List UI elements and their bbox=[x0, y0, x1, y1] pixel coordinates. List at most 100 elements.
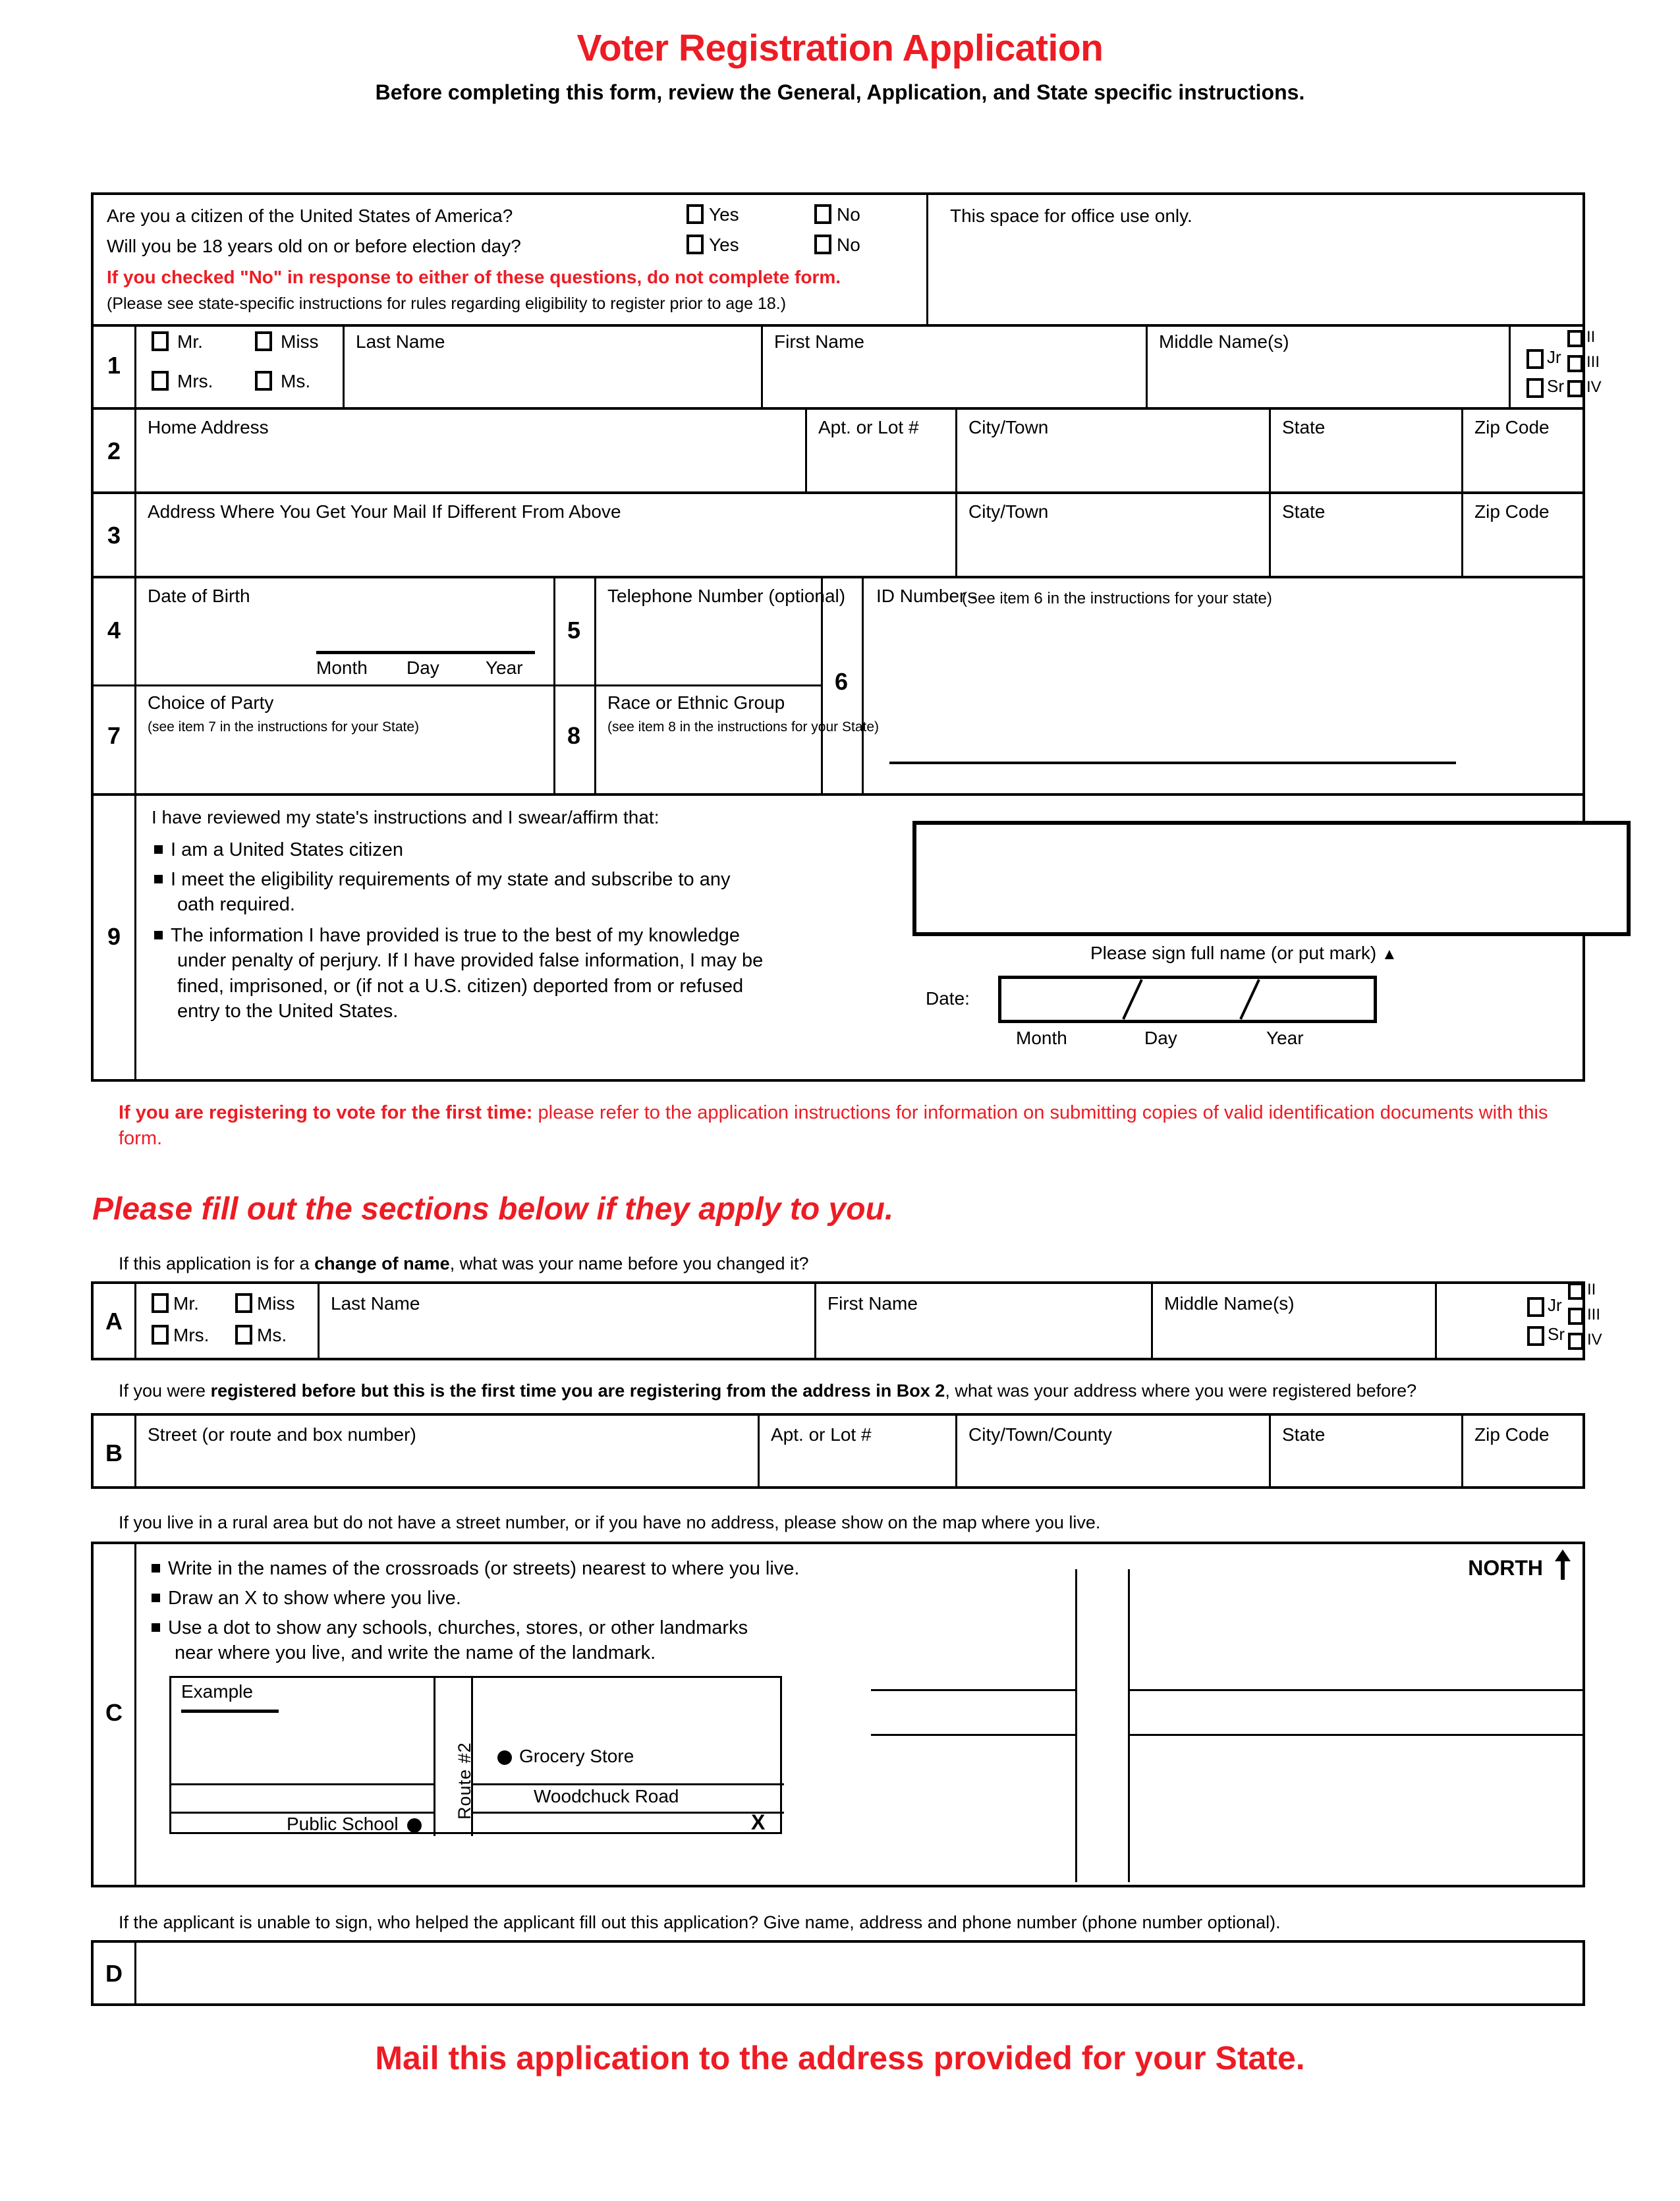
row-number-8: 8 bbox=[567, 722, 581, 749]
last-name-label: Last Name bbox=[356, 331, 445, 352]
divider-row2-city bbox=[955, 410, 957, 491]
section-c-caption: If you live in a rural area but do not h… bbox=[119, 1513, 1101, 1532]
section-b-box: B Street (or route and box number) Apt. … bbox=[91, 1413, 1585, 1489]
age-question: Will you be 18 years old on or before el… bbox=[107, 236, 521, 256]
a-suffix-jr-checkbox[interactable] bbox=[1527, 1297, 1544, 1317]
c-bullet-1: Write in the names of the crossroads (or… bbox=[152, 1556, 810, 1581]
age-yes-checkbox[interactable] bbox=[686, 235, 704, 254]
row-number-5: 5 bbox=[567, 617, 581, 644]
suffix-jr-checkbox[interactable] bbox=[1526, 349, 1544, 369]
divider-b-state bbox=[1269, 1416, 1271, 1486]
b-city-label: City/Town/County bbox=[968, 1424, 1112, 1445]
signature-box[interactable] bbox=[912, 821, 1631, 936]
signature-caption-text: Please sign full name (or put mark) bbox=[1090, 943, 1377, 963]
a-title-mr-label: Mr. bbox=[173, 1293, 199, 1314]
signature-day-label: Day bbox=[1144, 1028, 1177, 1048]
blank-map-horizontal-road-bottom-right bbox=[1130, 1734, 1582, 1736]
id-number-rule bbox=[889, 762, 1456, 764]
grocery-store-label: Grocery Store bbox=[519, 1746, 634, 1766]
section-d-box[interactable]: D bbox=[91, 1940, 1585, 2006]
title-mrs-checkbox[interactable] bbox=[152, 371, 169, 391]
a-title-ms-checkbox[interactable] bbox=[235, 1325, 252, 1345]
section-d-letter: D bbox=[105, 1960, 123, 1987]
mail-state-label: State bbox=[1282, 501, 1326, 522]
north-arrow-icon bbox=[1555, 1549, 1571, 1580]
home-zip-label: Zip Code bbox=[1474, 417, 1550, 437]
divider-row3-state bbox=[1269, 494, 1271, 576]
home-city-label: City/Town bbox=[968, 417, 1049, 437]
suffix-iii-checkbox[interactable] bbox=[1567, 355, 1583, 372]
mail-instruction-footer: Mail this application to the address pro… bbox=[375, 2040, 1305, 2076]
row-number-7: 7 bbox=[107, 722, 121, 749]
divider-a-firstname bbox=[814, 1284, 816, 1358]
bullet-square-icon bbox=[152, 1623, 160, 1632]
title-ms-checkbox[interactable] bbox=[255, 371, 272, 391]
a-suffix-ii-checkbox[interactable] bbox=[1568, 1283, 1584, 1300]
divider-row3-num bbox=[134, 494, 136, 576]
suffix-iv-checkbox[interactable] bbox=[1567, 380, 1583, 397]
citizen-no-checkbox[interactable] bbox=[814, 204, 831, 224]
title-miss-checkbox[interactable] bbox=[255, 331, 272, 351]
example-road-top-edge-left bbox=[171, 1783, 434, 1785]
signature-year-label: Year bbox=[1266, 1028, 1304, 1048]
a-title-miss-checkbox[interactable] bbox=[235, 1293, 252, 1313]
suffix-sr-checkbox[interactable] bbox=[1526, 378, 1544, 398]
divider-row4-num bbox=[134, 578, 136, 793]
age-no-checkbox[interactable] bbox=[814, 235, 831, 254]
citizen-no-label: No bbox=[837, 204, 860, 225]
section-b-caption: If you were registered before but this i… bbox=[119, 1380, 1416, 1403]
a-suffix-sr-label: Sr bbox=[1548, 1324, 1565, 1344]
blank-map-vertical-road-right bbox=[1128, 1569, 1130, 1882]
divider-row9-num bbox=[134, 796, 136, 1079]
a-middle-name-label: Middle Name(s) bbox=[1164, 1293, 1295, 1314]
row-number-2: 2 bbox=[107, 437, 121, 464]
section-b-caption-pre: If you were bbox=[119, 1381, 211, 1401]
north-label: NORTH bbox=[1468, 1556, 1543, 1580]
bullet-square-icon bbox=[152, 1563, 160, 1573]
signature-month-label: Month bbox=[1016, 1028, 1067, 1048]
id-number-sublabel: (See item 6 in the instructions for your… bbox=[962, 590, 1272, 607]
section-c-box: C Write in the names of the crossroads (… bbox=[91, 1542, 1585, 1887]
title-mrs-label: Mrs. bbox=[177, 371, 213, 391]
example-x-mark: X bbox=[751, 1810, 766, 1834]
c-bullet-3-text: Use a dot to show any schools, churches,… bbox=[168, 1617, 748, 1664]
a-title-mrs-checkbox[interactable] bbox=[152, 1325, 169, 1345]
bullet-square-icon bbox=[154, 930, 163, 939]
oath-bullet-2-text: I meet the eligibility requirements of m… bbox=[171, 869, 731, 916]
divider-c-letter bbox=[134, 1544, 136, 1885]
a-title-mr-checkbox[interactable] bbox=[152, 1293, 169, 1313]
divider-row5-num bbox=[594, 578, 596, 793]
oath-bullet-3-text: The information I have provided is true … bbox=[171, 925, 764, 1022]
age-no-label: No bbox=[837, 235, 860, 255]
a-suffix-sr-checkbox[interactable] bbox=[1527, 1326, 1544, 1346]
choice-of-party-label: Choice of Party bbox=[148, 692, 274, 713]
signature-date-label: Date: bbox=[926, 988, 970, 1009]
b-state-label: State bbox=[1282, 1424, 1326, 1445]
row-number-1: 1 bbox=[107, 352, 121, 379]
a-suffix-iv-checkbox[interactable] bbox=[1568, 1333, 1584, 1350]
example-road-label: Woodchuck Road bbox=[534, 1786, 679, 1806]
home-address-label: Home Address bbox=[148, 417, 269, 437]
a-suffix-iii-checkbox[interactable] bbox=[1568, 1308, 1584, 1325]
divider-row2-num bbox=[134, 410, 136, 491]
title-mr-checkbox[interactable] bbox=[152, 331, 169, 351]
sections-heading: Please fill out the sections below if th… bbox=[92, 1192, 894, 1227]
c-bullet-3: Use a dot to show any schools, churches,… bbox=[152, 1615, 787, 1666]
dob-month-label: Month bbox=[316, 657, 368, 678]
blank-map-area[interactable]: NORTH bbox=[871, 1549, 1582, 1882]
divider-row1-suffix bbox=[1509, 324, 1511, 407]
telephone-label: Telephone Number (optional) bbox=[607, 586, 846, 606]
first-name-label: First Name bbox=[774, 331, 864, 352]
citizen-yes-checkbox[interactable] bbox=[686, 204, 704, 224]
eligibility-note: (Please see state-specific instructions … bbox=[107, 294, 787, 313]
a-title-ms-label: Ms. bbox=[257, 1325, 287, 1345]
section-b-caption-bold: registered before but this is the first … bbox=[210, 1381, 945, 1401]
mail-city-label: City/Town bbox=[968, 501, 1049, 522]
oath-bullet-1: I am a United States citizen bbox=[154, 837, 747, 862]
office-use-label: This space for office use only. bbox=[950, 206, 1192, 226]
divider-row2-state bbox=[1269, 410, 1271, 491]
section-a-box: A Mr. Miss Mrs. Ms. Last Name First Name… bbox=[91, 1281, 1602, 1360]
suffix-ii-checkbox[interactable] bbox=[1567, 330, 1583, 347]
dob-day-label: Day bbox=[406, 657, 439, 678]
divider-a-middlename bbox=[1151, 1284, 1153, 1358]
